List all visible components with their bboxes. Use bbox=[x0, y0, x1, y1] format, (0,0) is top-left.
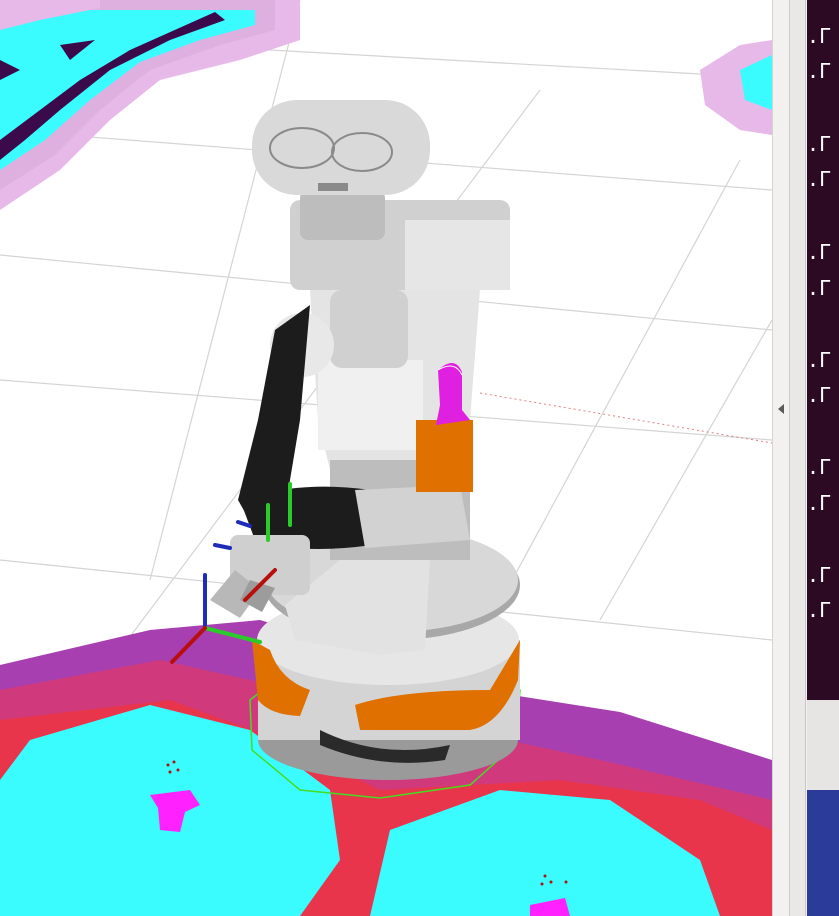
costmap-top-right bbox=[700, 40, 772, 135]
terminal-line: .Γ bbox=[807, 132, 832, 156]
terminal-line: .Γ bbox=[807, 491, 832, 515]
terminal-output[interactable]: .Γ .Γ .Γ .Γ .Γ .Γ .Γ .Γ .Γ .Γ .Γ .Γ bbox=[807, 0, 839, 700]
3d-render-view[interactable] bbox=[0, 0, 772, 916]
robot-sensor-box bbox=[416, 420, 473, 492]
panel-splitter[interactable] bbox=[772, 0, 790, 916]
terminal-tab-strip[interactable] bbox=[807, 790, 839, 916]
planned-path bbox=[479, 392, 772, 444]
terminal-line: .Γ bbox=[807, 563, 832, 587]
terminal-line: .Γ bbox=[807, 167, 832, 191]
panel-scrollbar[interactable] bbox=[790, 0, 806, 916]
collapse-arrow-icon[interactable] bbox=[778, 404, 784, 414]
costmap-top-left bbox=[0, 0, 300, 210]
terminal-line: .Γ bbox=[807, 59, 832, 83]
terminal-line: .Γ bbox=[807, 24, 832, 48]
terminal-line: .Γ bbox=[807, 348, 832, 372]
terminal-line: .Γ bbox=[807, 240, 832, 264]
scene-canvas[interactable] bbox=[0, 0, 772, 916]
terminal-line: .Γ bbox=[807, 276, 832, 300]
side-panel: .Γ .Γ .Γ .Γ .Γ .Γ .Γ .Γ .Γ .Γ .Γ .Γ bbox=[790, 0, 839, 916]
robot-model[interactable] bbox=[210, 100, 520, 780]
terminal-line: .Γ bbox=[807, 383, 832, 407]
terminal-line: .Γ bbox=[807, 598, 832, 622]
terminal-line: .Γ bbox=[807, 455, 832, 479]
